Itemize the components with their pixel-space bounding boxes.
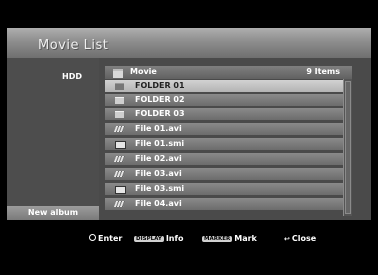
list-item-label: File 03.avi [135,169,182,178]
folder-icon [115,83,124,90]
scrollbar[interactable] [343,79,352,216]
display-key-icon: DISPLAY [134,236,164,242]
mark-hint: MARKER Mark [202,234,257,243]
mark-label: Mark [234,234,257,243]
list-item[interactable]: File 01.avi [105,123,345,135]
clapperboard-icon [113,126,126,132]
folder-icon [115,97,124,104]
item-count: 9 Items [306,67,340,76]
enter-label: Enter [98,234,123,243]
clapperboard-icon [113,171,126,177]
list-item[interactable]: File 01.smi [105,138,345,150]
hdd-source-label[interactable]: HDD [62,72,82,81]
list-item-label: File 01.avi [135,124,182,133]
enter-button-icon [89,234,96,241]
list-item-label: File 04.avi [135,199,182,208]
list-item[interactable]: File 03.avi [105,168,345,180]
folder-icon [115,111,124,118]
subtitle-icon [115,186,126,194]
scrollbar-thumb[interactable] [345,81,351,214]
list-item[interactable]: File 02.avi [105,153,345,165]
new-album-button[interactable]: New album [7,206,99,220]
list-header: Movie 9 Items [105,66,352,79]
list-item-label: FOLDER 02 [135,95,185,104]
list-item[interactable]: FOLDER 01 [105,80,345,92]
tv-screen: Movie List HDD New album Movie 9 Items F… [0,0,378,275]
list-item[interactable]: File 03.smi [105,183,345,195]
clapperboard-icon [113,201,126,207]
file-list: Movie 9 Items FOLDER 01 FOLDER 02 FOLDER… [105,66,352,216]
clapperboard-icon [113,156,126,162]
marker-key-icon: MARKER [202,236,233,242]
list-item[interactable]: FOLDER 03 [105,108,345,120]
subtitle-icon [115,141,126,149]
list-item-label: File 01.smi [135,139,185,148]
list-item[interactable]: File 04.avi [105,198,345,210]
enter-hint: Enter [89,234,122,243]
folder-icon [113,69,123,78]
list-item[interactable]: FOLDER 02 [105,94,345,106]
list-item-label: File 02.avi [135,154,182,163]
page-title: Movie List [38,38,109,53]
close-label: Close [291,234,317,243]
info-hint: DISPLAY Info [134,234,183,243]
list-item-label: File 03.smi [135,184,185,193]
close-hint: ↩ Close [284,234,316,243]
list-item-label: FOLDER 03 [135,109,185,118]
list-item-label: FOLDER 01 [135,81,185,90]
info-label: Info [165,234,184,243]
left-pane [7,58,99,220]
return-arrow-icon: ↩ [284,235,290,243]
help-bar: Enter DISPLAY Info MARKER Mark ↩ Close [7,228,371,248]
list-header-title: Movie [130,67,157,76]
